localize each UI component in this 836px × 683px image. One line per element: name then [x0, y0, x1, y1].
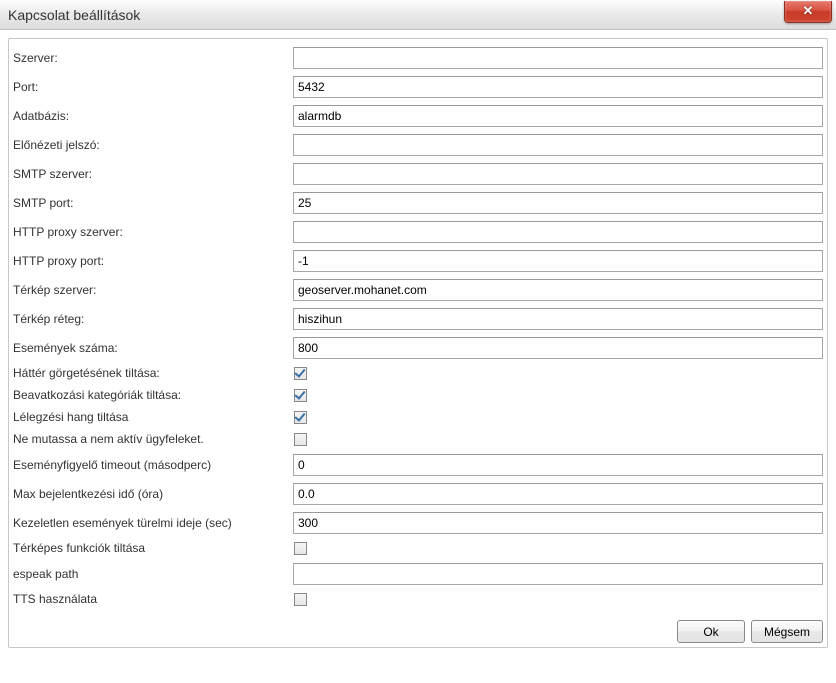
- map-server-input[interactable]: [293, 279, 823, 301]
- row-event-monitor-timeout: Eseményfigyelő timeout (másodperc): [13, 450, 825, 479]
- row-port: Port:: [13, 72, 825, 101]
- map-layer-input[interactable]: [293, 308, 823, 330]
- row-disable-breath-sound: Lélegzési hang tiltása: [13, 406, 825, 428]
- row-unhandled-grace: Kezeletlen események türelmi ideje (sec): [13, 508, 825, 537]
- hide-inactive-clients-checkbox[interactable]: [294, 433, 307, 446]
- checkbox-cell: [293, 389, 825, 402]
- label-hide-inactive-clients: Ne mutassa a nem aktív ügyfeleket.: [13, 432, 293, 446]
- label-preview-password: Előnézeti jelszó:: [13, 138, 293, 152]
- label-port: Port:: [13, 80, 293, 94]
- row-hide-inactive-clients: Ne mutassa a nem aktív ügyfeleket.: [13, 428, 825, 450]
- row-http-proxy-server: HTTP proxy szerver:: [13, 217, 825, 246]
- row-event-count: Események száma:: [13, 333, 825, 362]
- checkbox-cell: [293, 367, 825, 380]
- label-map-server: Térkép szerver:: [13, 283, 293, 297]
- max-login-time-input[interactable]: [293, 483, 823, 505]
- database-input[interactable]: [293, 105, 823, 127]
- titlebar: Kapcsolat beállítások ✕: [0, 0, 836, 30]
- checkbox-cell: [293, 411, 825, 424]
- label-disable-intervention-cat: Beavatkozási kategóriák tiltása:: [13, 388, 293, 402]
- label-disable-bg-scroll: Háttér görgetésének tiltása:: [13, 366, 293, 380]
- row-database: Adatbázis:: [13, 101, 825, 130]
- window-title: Kapcsolat beállítások: [8, 7, 140, 23]
- smtp-port-input[interactable]: [293, 192, 823, 214]
- row-smtp-port: SMTP port:: [13, 188, 825, 217]
- label-use-tts: TTS használata: [13, 592, 293, 606]
- close-button[interactable]: ✕: [784, 1, 832, 23]
- label-server: Szerver:: [13, 51, 293, 65]
- label-http-proxy-server: HTTP proxy szerver:: [13, 225, 293, 239]
- use-tts-checkbox[interactable]: [294, 593, 307, 606]
- event-monitor-timeout-input[interactable]: [293, 454, 823, 476]
- preview-password-input[interactable]: [293, 134, 823, 156]
- form-panel: Szerver: Port: Adatbázis: Előnézeti jels…: [8, 38, 828, 648]
- label-smtp-server: SMTP szerver:: [13, 167, 293, 181]
- row-server: Szerver:: [13, 43, 825, 72]
- row-map-layer: Térkép réteg:: [13, 304, 825, 333]
- label-espeak-path: espeak path: [13, 567, 293, 581]
- row-disable-intervention-cat: Beavatkozási kategóriák tiltása:: [13, 384, 825, 406]
- label-disable-map-functions: Térképes funkciók tiltása: [13, 541, 293, 555]
- row-use-tts: TTS használata: [13, 588, 825, 610]
- row-max-login-time: Max bejelentkezési idő (óra): [13, 479, 825, 508]
- row-disable-map-functions: Térképes funkciók tiltása: [13, 537, 825, 559]
- unhandled-grace-input[interactable]: [293, 512, 823, 534]
- row-smtp-server: SMTP szerver:: [13, 159, 825, 188]
- http-proxy-server-input[interactable]: [293, 221, 823, 243]
- disable-bg-scroll-checkbox[interactable]: [294, 367, 307, 380]
- row-map-server: Térkép szerver:: [13, 275, 825, 304]
- event-count-input[interactable]: [293, 337, 823, 359]
- label-map-layer: Térkép réteg:: [13, 312, 293, 326]
- port-input[interactable]: [293, 76, 823, 98]
- row-preview-password: Előnézeti jelszó:: [13, 130, 825, 159]
- ok-button[interactable]: Ok: [677, 620, 745, 643]
- button-row: Ok Mégsem: [13, 610, 825, 645]
- row-http-proxy-port: HTTP proxy port:: [13, 246, 825, 275]
- http-proxy-port-input[interactable]: [293, 250, 823, 272]
- label-smtp-port: SMTP port:: [13, 196, 293, 210]
- disable-intervention-cat-checkbox[interactable]: [294, 389, 307, 402]
- espeak-path-input[interactable]: [293, 563, 823, 585]
- row-disable-bg-scroll: Háttér görgetésének tiltása:: [13, 362, 825, 384]
- label-event-monitor-timeout: Eseményfigyelő timeout (másodperc): [13, 458, 293, 472]
- content-area: Szerver: Port: Adatbázis: Előnézeti jels…: [0, 30, 836, 656]
- label-http-proxy-port: HTTP proxy port:: [13, 254, 293, 268]
- smtp-server-input[interactable]: [293, 163, 823, 185]
- label-event-count: Események száma:: [13, 341, 293, 355]
- close-icon: ✕: [803, 3, 814, 19]
- label-database: Adatbázis:: [13, 109, 293, 123]
- disable-breath-sound-checkbox[interactable]: [294, 411, 307, 424]
- row-espeak-path: espeak path: [13, 559, 825, 588]
- label-disable-breath-sound: Lélegzési hang tiltása: [13, 410, 293, 424]
- checkbox-cell: [293, 593, 825, 606]
- checkbox-cell: [293, 542, 825, 555]
- server-input[interactable]: [293, 47, 823, 69]
- label-max-login-time: Max bejelentkezési idő (óra): [13, 487, 293, 501]
- checkbox-cell: [293, 433, 825, 446]
- disable-map-functions-checkbox[interactable]: [294, 542, 307, 555]
- label-unhandled-grace: Kezeletlen események türelmi ideje (sec): [13, 516, 293, 530]
- cancel-button[interactable]: Mégsem: [751, 620, 823, 643]
